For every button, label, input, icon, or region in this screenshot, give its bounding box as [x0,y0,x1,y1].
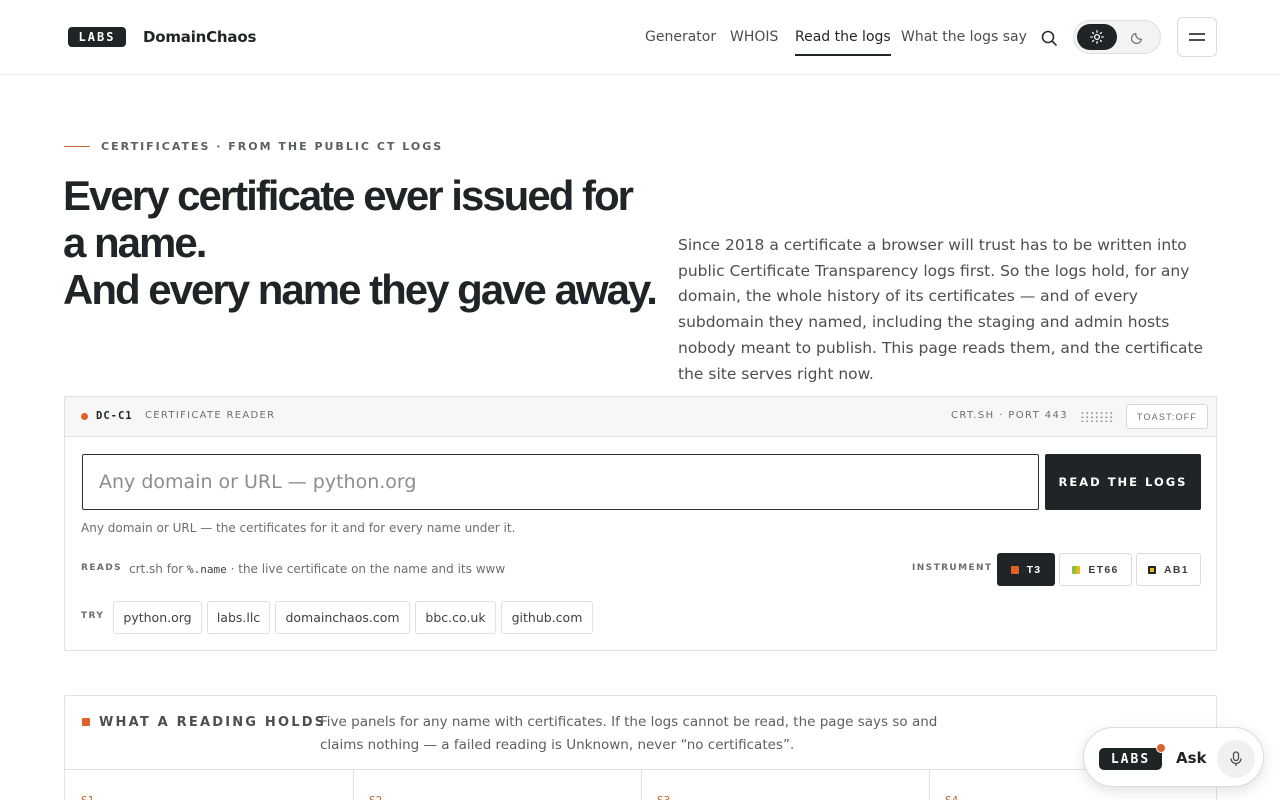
brand-link[interactable]: DomainChaos [143,28,256,46]
reads-suffix: · the live certificate on the name and i… [226,562,506,576]
page-title: Every certificate ever issued for a name… [63,172,663,313]
headline-line-1: Every certificate ever issued for a name… [63,172,634,266]
panel-divider [353,770,354,800]
example-python-org[interactable]: python.org [113,601,202,634]
nav-what-the-logs-say[interactable]: What the logs say [901,29,1027,45]
nav-generator[interactable]: Generator [645,29,716,45]
panel-divider [929,770,930,800]
reads-pattern: %.name [187,563,227,576]
status-dot [81,413,88,420]
panel-id: S3 [657,794,670,800]
reader-header: DC-C1 CERTIFICATE READER CRT.SH · PORT 4… [65,397,1216,437]
reader-name: CERTIFICATE READER [145,410,276,421]
intro-paragraph: Since 2018 a certificate a browser will … [678,236,1204,383]
read-logs-button[interactable]: READ THE LOGS [1045,454,1201,510]
example-domainchaos-com[interactable]: domainchaos.com [275,601,410,634]
site-header: LABS DomainChaos Generator WHOIS Read th… [0,0,1280,75]
ask-widget[interactable]: LABS Ask [1083,727,1264,787]
try-label: TRY [81,611,105,621]
example-github-com[interactable]: github.com [501,601,593,634]
panel-id: S4 [945,794,958,800]
panel-divider [641,770,642,800]
t3-swatch [1010,565,1019,574]
nav-read-the-logs[interactable]: Read the logs [795,29,891,56]
panel-id: S1 [81,794,94,800]
headline-line-2: And every name they gave away. [63,266,658,313]
et66-swatch [1072,565,1081,574]
reads-description: crt.sh for %.name · the live certificate… [129,562,505,576]
instrument-ab1[interactable]: AB1 [1136,553,1201,586]
section-marker [82,718,90,726]
panel-id: S2 [369,794,382,800]
instrument-label-ab1: AB1 [1164,563,1189,576]
instrument-label: INSTRUMENT [912,563,993,573]
certificate-reader: DC-C1 CERTIFICATE READER CRT.SH · PORT 4… [64,396,1217,651]
reads-label: READS [81,563,122,573]
reading-holds-section: WHAT A READING HOLDS Five panels for any… [64,695,1217,800]
ask-logo: LABS [1099,748,1162,770]
section-title: WHAT A READING HOLDS [99,715,327,730]
section-description: Five panels for any name with certificat… [320,714,938,753]
sun-icon[interactable] [1077,24,1117,50]
labs-logo[interactable]: LABS [68,27,126,47]
ask-label: Ask [1176,749,1207,767]
notification-dot [1156,743,1166,753]
hamburger-icon [1189,33,1205,41]
microphone-icon[interactable] [1217,740,1255,778]
reads-prefix: crt.sh for [129,562,188,576]
eyebrow: CERTIFICATES · FROM THE PUBLIC CT LOGS [101,140,444,153]
search-icon[interactable] [1038,27,1060,49]
reader-id: DC-C1 [96,410,133,422]
instrument-label-t3: T3 [1026,563,1042,576]
reader-source: CRT.SH · PORT 443 [951,410,1069,421]
nav-whois[interactable]: WHOIS [730,29,778,45]
dot-grid-icon [1080,411,1114,422]
domain-input[interactable] [82,454,1039,510]
toast-toggle[interactable]: TOAST:OFF [1126,404,1208,429]
input-hint: Any domain or URL — the certificates for… [81,521,516,535]
theme-toggle[interactable] [1073,20,1161,54]
ab1-swatch [1148,565,1157,574]
instrument-et66[interactable]: ET66 [1059,553,1132,586]
example-bbc-co-uk[interactable]: bbc.co.uk [415,601,496,634]
instrument-t3[interactable]: T3 [997,553,1055,586]
moon-icon[interactable] [1118,24,1158,50]
menu-button[interactable] [1177,17,1217,57]
eyebrow-rule [64,146,90,147]
example-labs-llc[interactable]: labs.llc [207,601,270,634]
instrument-label-et66: ET66 [1088,563,1119,576]
